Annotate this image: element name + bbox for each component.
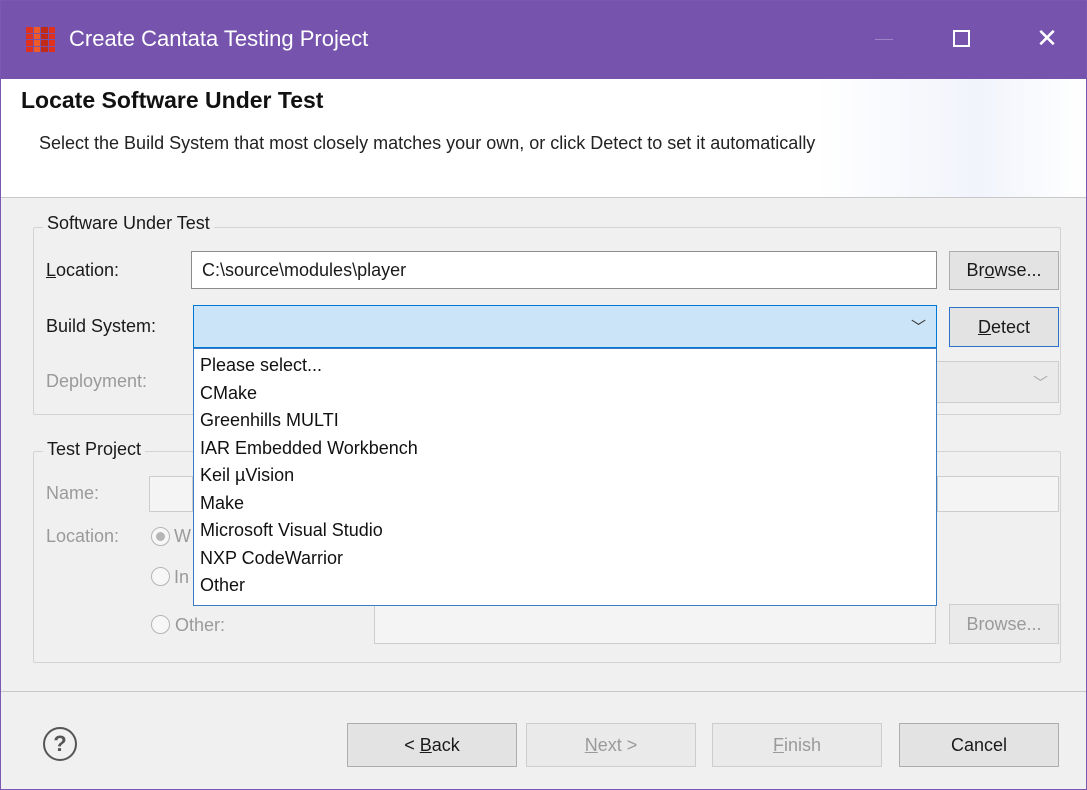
location-input[interactable] [191, 251, 937, 289]
close-icon[interactable]: ✕ [1032, 23, 1062, 53]
build-system-combo[interactable]: ﹀ [193, 305, 937, 348]
build-system-dropdown[interactable]: Please select... CMake Greenhills MULTI … [193, 348, 937, 606]
build-system-label: Build System: [46, 316, 157, 336]
dropdown-option[interactable]: Other [194, 572, 936, 600]
minimize-icon[interactable] [875, 39, 893, 40]
cantata-app-icon [26, 27, 55, 52]
project-name-input-right[interactable] [937, 476, 1059, 512]
location-option-in-label: In [174, 567, 190, 587]
dropdown-option[interactable]: Keil µVision [194, 462, 936, 490]
deployment-label: Deployment: [46, 371, 148, 391]
deployment-chevron-icon: ﹀ [1032, 375, 1048, 392]
dropdown-option[interactable]: Greenhills MULTI [194, 407, 936, 435]
dropdown-option[interactable]: NXP CodeWarrior [194, 545, 936, 573]
cancel-button[interactable]: Cancel [899, 723, 1059, 767]
other-location-input[interactable] [374, 604, 936, 644]
location-option-workspace-radio[interactable] [151, 527, 170, 546]
maximize-icon[interactable] [953, 30, 970, 47]
window-title: Create Cantata Testing Project [69, 26, 369, 51]
dropdown-option[interactable]: Please select... [194, 352, 936, 380]
page-title: Locate Software Under Test [21, 87, 324, 113]
location-option-other-radio[interactable] [151, 615, 170, 634]
back-button[interactable]: < Back [347, 723, 517, 767]
footer-separator [1, 691, 1086, 692]
help-icon[interactable]: ? [43, 727, 77, 761]
location-option-in-radio[interactable] [151, 567, 170, 586]
project-location-label: Location: [46, 526, 120, 546]
deployment-combo[interactable]: ﹀ [931, 361, 1059, 403]
chevron-down-icon[interactable]: ﹀ [911, 316, 926, 337]
wizard-window: Create Cantata Testing Project ✕ Locate … [0, 0, 1087, 790]
dropdown-option[interactable]: IAR Embedded Workbench [194, 435, 936, 463]
software-under-test-legend: Software Under Test [43, 213, 214, 234]
project-name-input[interactable] [149, 476, 193, 512]
detect-button[interactable]: Detect [949, 307, 1059, 347]
dropdown-option[interactable]: Make [194, 490, 936, 518]
dropdown-option[interactable]: Microsoft Visual Studio [194, 517, 936, 545]
browse-location-button[interactable]: Browse... [949, 251, 1059, 290]
next-button[interactable]: Next > [526, 723, 696, 767]
test-project-legend: Test Project [43, 439, 146, 460]
dropdown-option[interactable]: CMake [194, 380, 936, 408]
location-option-other-label: Other: [175, 615, 226, 635]
wizard-header: Locate Software Under Test Select the Bu… [1, 79, 1086, 198]
location-label: Location: [46, 260, 120, 280]
page-description: Select the Build System that most closel… [39, 133, 816, 153]
project-name-label: Name: [46, 483, 100, 503]
finish-button[interactable]: Finish [712, 723, 882, 767]
location-option-workspace-label: W [174, 526, 191, 546]
browse-other-button[interactable]: Browse... [949, 604, 1059, 644]
title-bar[interactable]: Create Cantata Testing Project ✕ [1, 1, 1086, 79]
